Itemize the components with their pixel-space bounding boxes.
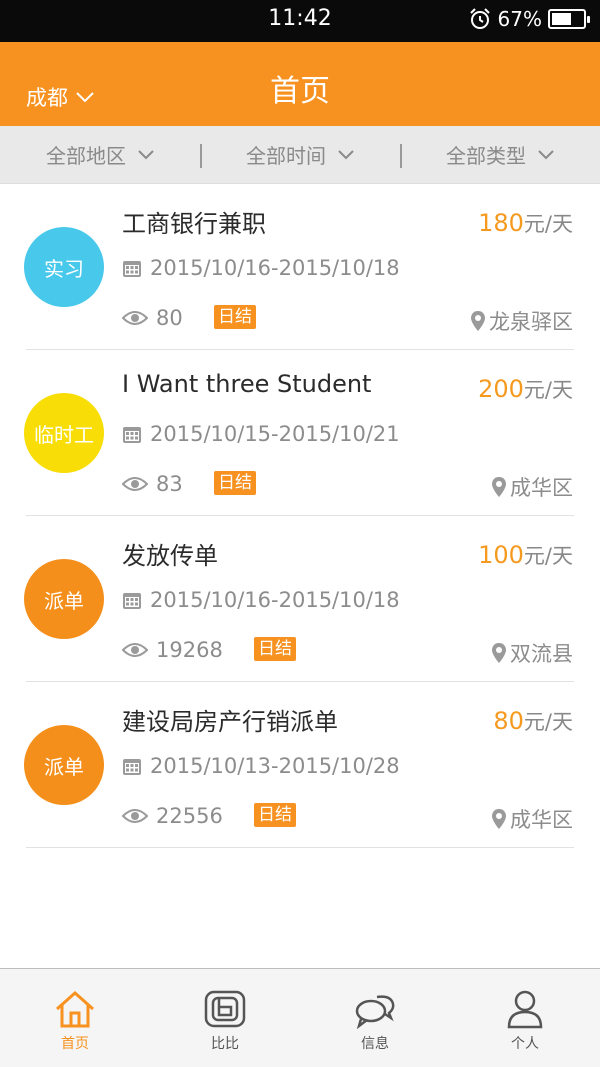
tab-messages[interactable]: 信息 (300, 969, 450, 1067)
price-value: 180 (478, 209, 524, 237)
bottom-tab-bar: 首页 比比 信息 个人 (0, 968, 600, 1067)
job-type-badge: 实习 (24, 227, 104, 307)
job-dates: 2015/10/16-2015/10/18 (122, 256, 400, 280)
eye-icon (122, 311, 148, 325)
filter-region[interactable]: 全部地区 (0, 140, 200, 169)
tab-label: 首页 (61, 1036, 89, 1052)
job-price: 180元/天 (478, 208, 573, 238)
job-title: 发放传单 (122, 542, 218, 570)
calendar-icon (123, 759, 141, 775)
job-title: I Want three Student (122, 370, 372, 398)
job-location: 龙泉驿区 (470, 306, 573, 336)
job-views: 83 (122, 472, 183, 496)
job-type-badge: 派单 (24, 725, 104, 805)
chat-icon (355, 995, 395, 1029)
battery-percent: 67% (497, 7, 542, 31)
job-location: 成华区 (491, 804, 573, 834)
calendar-icon (123, 427, 141, 443)
job-dates: 2015/10/13-2015/10/28 (122, 754, 400, 778)
job-views: 19268 (122, 638, 223, 662)
location-pin-icon (492, 643, 506, 663)
view-count: 80 (156, 306, 183, 330)
eye-icon (122, 809, 148, 823)
tab-label: 信息 (361, 1036, 389, 1052)
location-label: 成华区 (510, 808, 573, 832)
eye-icon (122, 643, 148, 657)
chevron-down-icon (538, 149, 554, 159)
status-right: 67% (468, 7, 590, 31)
view-count: 22556 (156, 804, 223, 828)
job-dates: 2015/10/16-2015/10/18 (122, 588, 400, 612)
price-value: 200 (478, 375, 524, 403)
settlement-tag: 日结 (254, 637, 296, 661)
price-unit: 元/天 (523, 212, 573, 236)
job-views: 22556 (122, 804, 223, 828)
tab-profile[interactable]: 个人 (450, 969, 600, 1067)
location-label: 龙泉驿区 (489, 310, 573, 334)
price-unit: 元/天 (523, 544, 573, 568)
location-label: 成华区 (510, 476, 573, 500)
chevron-down-icon (138, 149, 154, 159)
location-pin-icon (492, 477, 506, 497)
filter-label: 全部地区 (46, 144, 126, 168)
status-bar: 11:42 67% (0, 0, 600, 42)
job-list: 实习 工商银行兼职 180元/天 2015/10/16-2015/10/18 8… (0, 184, 600, 848)
location-label: 双流县 (510, 642, 573, 666)
filter-time[interactable]: 全部时间 (200, 140, 400, 169)
settlement-tag: 日结 (214, 471, 256, 495)
price-unit: 元/天 (523, 378, 573, 402)
job-item[interactable]: 临时工 I Want three Student 200元/天 2015/10/… (0, 350, 600, 516)
price-value: 80 (493, 707, 524, 735)
location-pin-icon (492, 809, 506, 829)
job-item[interactable]: 派单 发放传单 100元/天 2015/10/16-2015/10/18 192… (0, 516, 600, 682)
filter-bar: 全部地区 全部时间 全部类型 (0, 126, 600, 184)
home-icon (56, 990, 94, 1028)
calendar-icon (123, 261, 141, 277)
job-price: 80元/天 (493, 706, 573, 736)
date-range: 2015/10/13-2015/10/28 (150, 754, 400, 778)
filter-type[interactable]: 全部类型 (400, 140, 600, 169)
tab-compare[interactable]: 比比 (150, 969, 300, 1067)
calendar-icon (123, 593, 141, 609)
page-title: 首页 (270, 74, 330, 109)
date-range: 2015/10/16-2015/10/18 (150, 588, 400, 612)
job-item[interactable]: 派单 建设局房产行销派单 80元/天 2015/10/13-2015/10/28… (0, 682, 600, 848)
eye-icon (122, 477, 148, 491)
date-range: 2015/10/16-2015/10/18 (150, 256, 400, 280)
job-dates: 2015/10/15-2015/10/21 (122, 422, 400, 446)
view-count: 83 (156, 472, 183, 496)
alarm-icon (469, 8, 490, 29)
job-views: 80 (122, 306, 183, 330)
job-type-badge: 临时工 (24, 393, 104, 473)
filter-label: 全部类型 (446, 144, 526, 168)
tab-label: 个人 (511, 1036, 539, 1052)
location-pin-icon (471, 311, 485, 331)
view-count: 19268 (156, 638, 223, 662)
compare-icon (204, 990, 246, 1028)
job-title: 工商银行兼职 (122, 210, 266, 238)
settlement-tag: 日结 (254, 803, 296, 827)
job-type-badge: 派单 (24, 559, 104, 639)
app-header: 成都 首页 (0, 42, 600, 126)
job-location: 成华区 (491, 472, 573, 502)
date-range: 2015/10/15-2015/10/21 (150, 422, 400, 446)
job-item[interactable]: 实习 工商银行兼职 180元/天 2015/10/16-2015/10/18 8… (0, 184, 600, 350)
job-price: 200元/天 (478, 374, 573, 404)
filter-label: 全部时间 (246, 144, 326, 168)
user-icon (507, 990, 543, 1029)
price-value: 100 (478, 541, 524, 569)
settlement-tag: 日结 (214, 305, 256, 329)
battery-icon (548, 9, 590, 29)
price-unit: 元/天 (523, 710, 573, 734)
tab-home[interactable]: 首页 (0, 969, 150, 1067)
chevron-down-icon (338, 149, 354, 159)
job-price: 100元/天 (478, 540, 573, 570)
job-location: 双流县 (491, 638, 573, 668)
job-title: 建设局房产行销派单 (122, 708, 338, 736)
tab-label: 比比 (211, 1036, 239, 1052)
